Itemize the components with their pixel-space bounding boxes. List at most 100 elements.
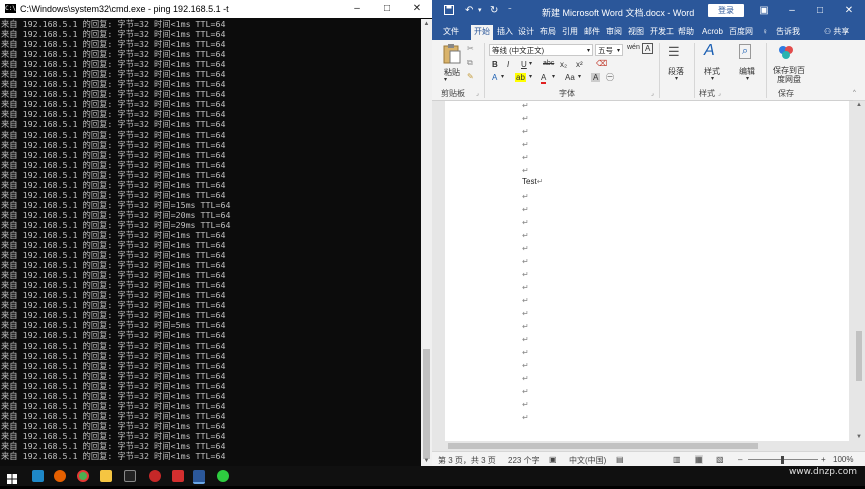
document-text-line[interactable]: Test↵ [522,177,543,187]
tab-insert[interactable]: 插入 [497,25,513,40]
superscript-button[interactable]: x² [576,60,583,69]
file-explorer-icon[interactable] [100,470,112,482]
word-window[interactable]: ↶ ▾ ↻ ⁼ 新建 Microsoft Word 文档.docx - Word… [432,0,865,466]
tab-view[interactable]: 视图 [628,25,644,40]
page-indicator[interactable]: 第 3 页，共 3 页 [438,455,496,466]
bold-button[interactable]: B [492,60,498,69]
scroll-down-icon[interactable]: ▼ [421,456,432,466]
styles-dropdown-icon[interactable]: ▾ [711,75,714,82]
language-indicator[interactable]: 中文(中国) [569,455,606,466]
document-page[interactable]: ↵ ↵ ↵ ↵ ↵ ↵ Test↵ ↵ ↵ ↵ ↵ ↵ ↵ ↵ ↵ ↵ ↵ ↵ … [445,101,849,441]
cmd-console-output[interactable]: 来自 192.168.5.1 的回复: 字节=32 时间<1ms TTL=64 来… [0,19,420,466]
text-effects-icon[interactable]: A [492,73,497,82]
baidu-netdisk-icon[interactable] [777,43,795,63]
proofing-icon[interactable]: ▣ [549,455,557,464]
web-layout-icon[interactable]: ▧ [716,455,724,464]
highlight-dropdown-icon[interactable]: ▾ [529,73,532,80]
word-taskbar-icon[interactable] [193,470,205,484]
tab-design[interactable]: 设计 [518,25,534,40]
cmd-maximize-button[interactable]: □ [372,0,402,18]
paragraph-icon[interactable]: ☰ [668,44,680,60]
document-scroll-thumb[interactable] [856,331,862,381]
word-maximize-button[interactable]: □ [806,0,834,22]
lightbulb-icon[interactable]: ♀ [762,25,768,40]
quick-access-customize-icon[interactable]: ⁼ [508,5,512,17]
cmd-title-bar[interactable]: C:\ C:\Windows\system32\cmd.exe - ping 1… [0,0,432,18]
scroll-down-icon[interactable]: ▼ [853,434,865,440]
zoom-out-button[interactable]: – [738,455,742,464]
word-count[interactable]: 223 个字 [508,455,540,466]
font-size-dropdown[interactable]: 五号 ▾ [595,44,623,56]
subscript-button[interactable]: x₂ [560,60,567,69]
collapse-ribbon-icon[interactable]: ^ [853,90,856,96]
macro-record-icon[interactable]: ▤ [616,455,624,464]
word-close-button[interactable]: ✕ [835,0,863,22]
scroll-up-icon[interactable]: ▲ [853,102,865,108]
word-minimize-button[interactable]: – [778,0,806,22]
cmd-scroll-thumb[interactable] [423,349,430,459]
underline-dropdown-icon[interactable]: ▾ [529,60,532,67]
tab-file[interactable]: 文件 [443,25,459,40]
document-vertical-scrollbar[interactable]: ▲ ▼ [853,101,865,441]
character-shading-icon[interactable]: A [591,73,601,82]
underline-button[interactable]: U [521,60,527,69]
horizontal-scroll-thumb[interactable] [448,443,758,449]
tab-home[interactable]: 开始 [471,25,493,40]
document-horizontal-scrollbar[interactable] [432,441,865,451]
login-button[interactable]: 登录 [708,4,744,17]
document-area[interactable]: ↵ ↵ ↵ ↵ ↵ ↵ Test↵ ↵ ↵ ↵ ↵ ↵ ↵ ↵ ↵ ↵ ↵ ↵ … [432,101,853,441]
save-icon[interactable] [444,5,454,19]
italic-button[interactable]: I [507,60,509,69]
styles-launcher-icon[interactable]: ⌟ [718,90,721,97]
font-color-icon[interactable]: A [541,73,547,84]
cmd-scrollbar[interactable]: ▲ ▼ [421,19,432,466]
find-icon[interactable]: ⌕ [739,44,752,59]
word-title-bar[interactable]: ↶ ▾ ↻ ⁼ 新建 Microsoft Word 文档.docx - Word… [432,0,865,22]
zoom-level[interactable]: 100% [833,455,853,464]
paste-dropdown-icon[interactable]: ▾ [444,76,447,83]
tab-help[interactable]: 帮助 [678,25,694,40]
clear-formatting-icon[interactable]: ⌫ [596,59,607,68]
print-layout-icon[interactable]: ▦ [695,455,703,464]
font-color-dropdown-icon[interactable]: ▾ [552,73,555,80]
zoom-in-button[interactable]: + [821,455,826,464]
tab-references[interactable]: 引用 [562,25,578,40]
cmd-taskbar-icon[interactable] [124,470,136,482]
strikethrough-button[interactable]: abc [543,60,554,67]
read-mode-icon[interactable]: ▥ [673,455,681,464]
tell-me-search[interactable]: 告诉我 [776,25,800,40]
tab-developer[interactable]: 开发工 [650,25,674,40]
cmd-minimize-button[interactable]: – [342,0,372,18]
styles-icon[interactable]: A [704,42,715,60]
chrome-icon[interactable] [77,470,89,482]
cmd-window[interactable]: C:\ C:\Windows\system32\cmd.exe - ping 1… [0,0,432,466]
editing-dropdown-icon[interactable]: ▾ [746,75,749,82]
tab-acrobat[interactable]: Acrob [702,25,723,40]
scroll-up-icon[interactable]: ▲ [421,19,432,29]
taskbar-app-icon[interactable] [149,470,161,482]
clipboard-launcher-icon[interactable]: ⌟ [476,90,479,97]
cmd-close-button[interactable]: ✕ [402,0,432,18]
cut-icon[interactable]: ✂ [467,44,474,53]
ribbon-display-options-button[interactable]: ▣ [750,0,778,22]
undo-dropdown-icon[interactable]: ▾ [478,5,482,17]
tab-layout[interactable]: 布局 [540,25,556,40]
paragraph-dropdown-icon[interactable]: ▾ [675,75,678,82]
redo-icon[interactable]: ↻ [490,5,498,17]
zoom-slider-handle[interactable] [781,456,784,464]
character-border-icon[interactable]: A [642,43,654,54]
firefox-icon[interactable] [54,470,66,482]
format-painter-icon[interactable]: ✎ [467,72,474,81]
tab-baidu[interactable]: 百度网 [729,25,753,40]
start-windows-icon[interactable] [7,471,17,484]
taskbar-app-icon[interactable] [172,470,184,482]
font-launcher-icon[interactable]: ⌟ [651,90,654,97]
undo-icon[interactable]: ↶ [465,5,473,17]
tab-mailings[interactable]: 邮件 [584,25,600,40]
taskbar-app-icon[interactable] [32,470,44,482]
save-to-baidu-button[interactable]: 保存到百度网盘 [771,66,807,84]
change-case-dropdown-icon[interactable]: ▾ [578,73,581,80]
enclose-characters-icon[interactable]: ㊀ [606,72,614,83]
text-effects-dropdown-icon[interactable]: ▾ [501,73,504,80]
change-case-button[interactable]: Aa [565,73,575,82]
